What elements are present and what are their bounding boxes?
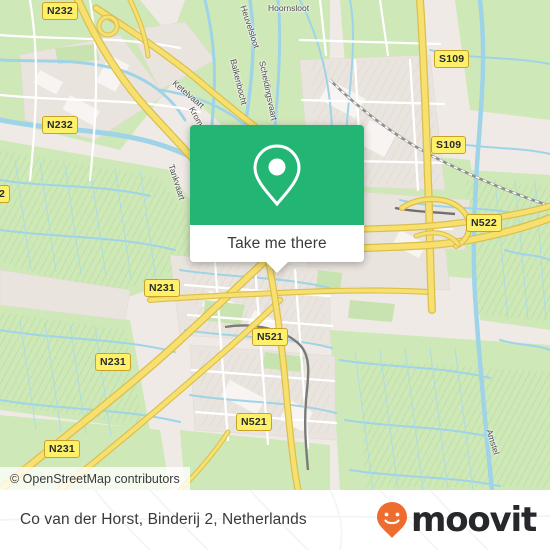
callout-footer[interactable]: Take me there — [190, 225, 364, 273]
road-shield: N521 — [236, 413, 272, 431]
road-shield: N231 — [44, 440, 80, 458]
road-shield: N231 — [144, 279, 180, 297]
map-pin-icon — [253, 144, 301, 207]
page-footer: Co van der Horst, Binderij 2, Netherland… — [0, 490, 550, 550]
location-callout[interactable]: Take me there — [190, 125, 364, 273]
callout-tail — [266, 262, 288, 273]
road-shield: N522 — [466, 214, 502, 232]
road-shield: N232 — [42, 116, 78, 134]
moovit-map-page: N232 N232 2 S109 S109 N522 N231 N231 N23… — [0, 0, 550, 550]
osm-attribution[interactable]: © OpenStreetMap contributors — [0, 467, 190, 490]
road-shield: N232 — [42, 2, 78, 20]
road-shield: S109 — [431, 136, 467, 154]
road-shield: N521 — [252, 328, 288, 346]
osm-attribution-text: © OpenStreetMap contributors — [10, 471, 180, 486]
callout-header — [190, 125, 364, 225]
take-me-there-label: Take me there — [227, 234, 327, 252]
moovit-brand[interactable]: moovit — [375, 500, 537, 540]
moovit-smiley-pin-icon — [376, 502, 407, 538]
road-shield: 2 — [0, 185, 11, 203]
road-shield: S109 — [434, 50, 470, 68]
moovit-wordmark: moovit — [410, 500, 537, 540]
location-title: Co van der Horst, Binderij 2, Netherland… — [20, 511, 307, 528]
road-shield: N231 — [95, 353, 131, 371]
map-canvas[interactable]: N232 N232 2 S109 S109 N522 N231 N231 N23… — [0, 0, 550, 490]
water-label: Hoornsloot — [268, 3, 310, 13]
